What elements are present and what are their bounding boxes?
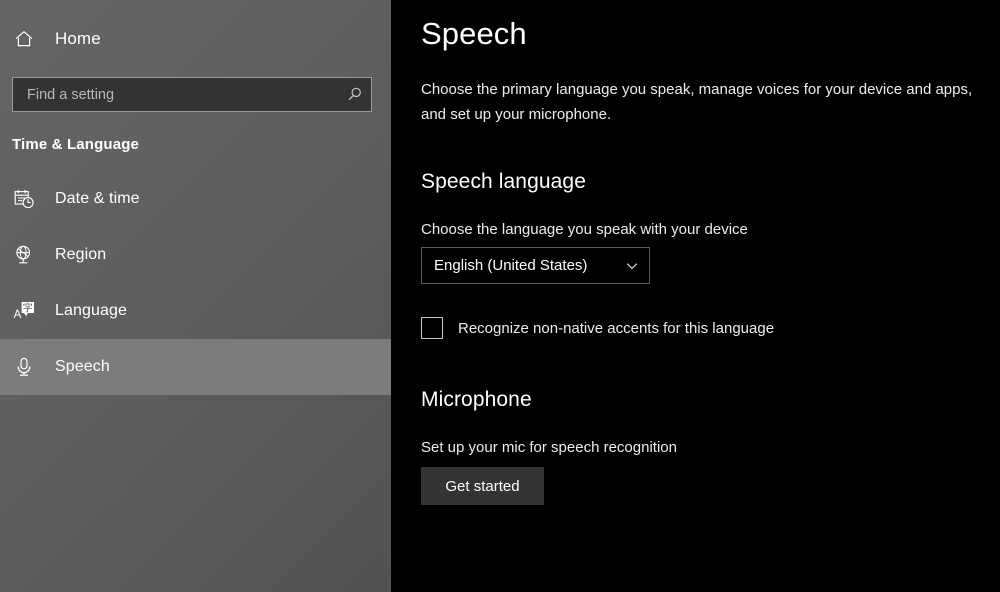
sidebar-item-region[interactable]: Region xyxy=(0,227,391,283)
microphone-heading: Microphone xyxy=(421,388,532,411)
svg-text:A: A xyxy=(14,309,22,321)
speech-language-field-label: Choose the language you speak with your … xyxy=(421,221,748,238)
recognize-accents-label: Recognize non-native accents for this la… xyxy=(458,319,775,337)
sidebar-nav: Date & time Region A 字 Language Speech xyxy=(0,171,391,395)
main-content: Speech Choose the primary language you s… xyxy=(391,0,1000,592)
search-box[interactable] xyxy=(12,77,372,112)
translate-icon: A 字 xyxy=(12,299,36,323)
svg-text:字: 字 xyxy=(23,302,33,315)
sidebar-category-title: Time & Language xyxy=(12,136,139,153)
page-title: Speech xyxy=(421,16,527,51)
sidebar-item-speech[interactable]: Speech xyxy=(0,339,391,395)
sidebar-item-label: Date & time xyxy=(55,190,140,207)
home-icon xyxy=(12,27,36,51)
search-input[interactable] xyxy=(13,78,337,111)
sidebar-item-date-and-time[interactable]: Date & time xyxy=(0,171,391,227)
sidebar-item-label: Language xyxy=(55,302,127,319)
search-container xyxy=(12,77,372,112)
home-label: Home xyxy=(55,29,101,48)
sidebar-item-label: Speech xyxy=(55,358,110,375)
microphone-description: Set up your mic for speech recognition xyxy=(421,439,677,456)
sidebar: Home Time & Language xyxy=(0,0,391,592)
sidebar-item-language[interactable]: A 字 Language xyxy=(0,283,391,339)
sidebar-item-home[interactable]: Home xyxy=(0,20,391,58)
chevron-down-icon xyxy=(624,259,640,273)
calendar-clock-icon xyxy=(12,187,36,211)
speech-language-heading: Speech language xyxy=(421,170,586,193)
recognize-accents-checkbox[interactable] xyxy=(421,317,443,339)
microphone-icon xyxy=(12,355,36,379)
page-description: Choose the primary language you speak, m… xyxy=(421,81,973,123)
recognize-accents-checkbox-row[interactable]: Recognize non-native accents for this la… xyxy=(421,317,1000,339)
speech-language-dropdown[interactable]: English (United States) xyxy=(421,247,650,284)
get-started-button[interactable]: Get started xyxy=(421,467,544,505)
search-icon[interactable] xyxy=(337,78,371,111)
globe-icon xyxy=(12,243,36,267)
settings-window: Home Time & Language xyxy=(0,0,1000,592)
speech-language-selected-value: English (United States) xyxy=(434,257,588,274)
sidebar-item-label: Region xyxy=(55,246,107,263)
